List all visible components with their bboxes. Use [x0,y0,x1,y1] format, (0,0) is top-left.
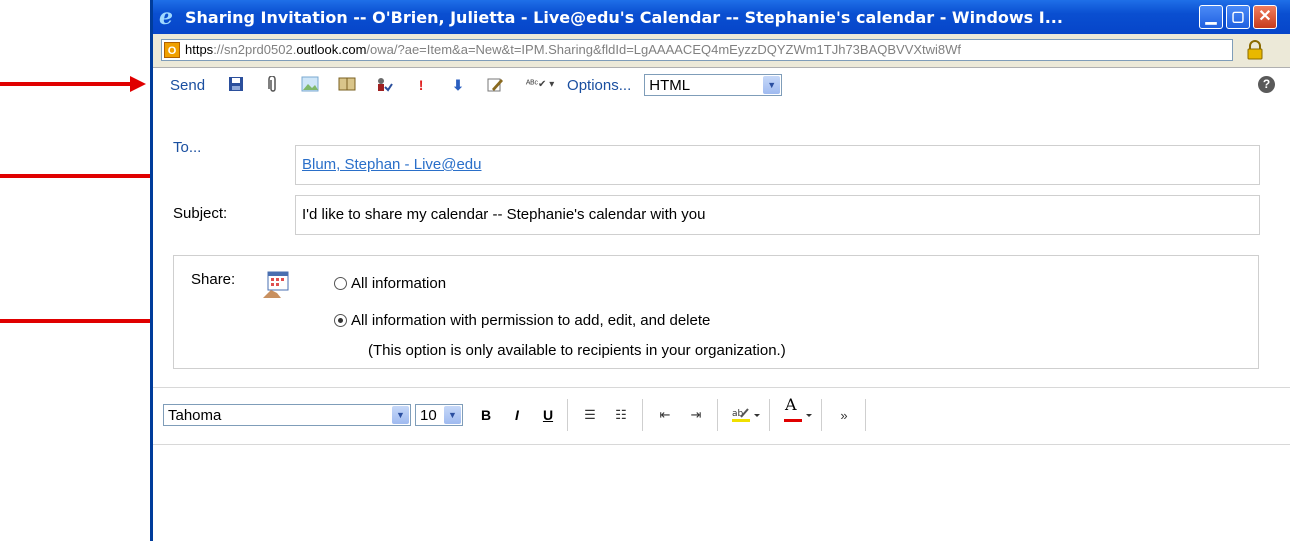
increase-indent-icon[interactable]: ⇥ [687,407,705,423]
bold-button[interactable]: B [477,407,495,423]
separator [865,399,866,431]
separator [717,399,718,431]
option-all-label: All information [351,275,447,292]
share-option-all[interactable]: All information [334,275,446,292]
address-book-icon[interactable] [338,76,356,94]
to-field[interactable]: Blum, Stephan - Live@edu [295,145,1260,185]
window-title: Sharing Invitation -- O'Brien, Julietta … [185,7,1063,27]
chevron-down-icon: ▼ [763,76,781,94]
to-button[interactable]: To... [173,139,201,156]
site-favicon-icon: O [164,42,180,58]
send-button[interactable]: Send [170,77,205,94]
close-button[interactable]: ✕ [1253,5,1277,29]
subject-label: Subject: [173,205,228,222]
url-domain: outlook.com [296,42,367,57]
message-format-value: HTML [649,76,691,94]
divider [153,387,1290,388]
subject-input[interactable]: I'd like to share my calendar -- Stephan… [295,195,1260,235]
italic-button[interactable]: I [508,407,526,423]
url-path: /owa/?ae=Item&a=New&t=IPM.Sharing&fldId=… [366,42,962,57]
help-icon[interactable]: ? [1258,76,1275,93]
minimize-button[interactable]: ▁ [1199,5,1223,29]
font-color-icon[interactable]: A [783,395,813,426]
share-options-panel: Share: All information All information w… [173,255,1259,369]
maximize-button[interactable]: ▢ [1226,5,1250,29]
font-size-value: 10 [420,406,437,424]
formatting-toolbar: Tahoma ▼ 10 ▼ B I U ☰ ☷ ⇤ ⇥ ab A » [153,392,1290,438]
font-size-select[interactable]: 10 ▼ [415,404,463,426]
chevron-down-icon: ▼ [392,406,409,424]
separator [769,399,770,431]
high-importance-icon[interactable]: ! [412,76,430,94]
lock-icon[interactable] [1245,40,1265,60]
options-button[interactable]: Options... [567,77,631,94]
more-options-icon[interactable]: » [835,408,853,423]
insert-image-icon[interactable] [301,76,319,94]
underline-button[interactable]: U [539,407,557,423]
attach-icon[interactable] [264,75,282,94]
url-host: ://sn2prd0502. [213,42,297,57]
message-format-select[interactable]: HTML ▼ [644,74,783,96]
separator [642,399,643,431]
recipient-link[interactable]: Blum, Stephan - Live@edu [302,156,482,173]
low-importance-icon[interactable]: ⬇ [449,76,467,94]
share-label: Share: [191,271,236,288]
font-family-select[interactable]: Tahoma ▼ [163,404,411,426]
separator [567,399,568,431]
check-names-icon[interactable] [375,76,393,94]
share-option-edit[interactable]: All information with permission to add, … [334,312,710,329]
option-edit-label: All information with permission to add, … [351,312,711,329]
font-color-letter: A [785,394,797,414]
highlight-icon[interactable]: ab [731,405,761,426]
chevron-down-icon: ▼ [444,406,461,424]
radio-all-information[interactable] [334,277,347,290]
address-bar: O https://sn2prd0502. outlook.com/owa/?ae… [153,34,1290,68]
share-calendar-icon [262,270,290,298]
spelling-icon[interactable]: ᴬᴮᶜ✔ ▾ [523,76,557,94]
annotation-arrow-toolbar [0,76,146,92]
browser-window: e Sharing Invitation -- O'Brien, Juliett… [150,0,1290,541]
font-family-value: Tahoma [168,406,222,424]
radio-edit-permission[interactable] [334,314,347,327]
save-icon[interactable] [227,76,245,94]
url-field[interactable]: O https://sn2prd0502. outlook.com/owa/?ae… [161,39,1233,61]
ie-logo-icon: e [159,4,173,30]
signature-icon[interactable] [486,76,504,94]
decrease-indent-icon[interactable]: ⇤ [656,407,674,423]
bullet-list-icon[interactable]: ☰ [581,407,599,423]
message-body[interactable] [153,445,1290,541]
message-toolbar: Send ! ⬇ ᴬᴮᶜ✔ ▾ Options... HTML ▼ ? [153,68,1290,102]
numbered-list-icon[interactable]: ☷ [612,407,630,423]
title-bar: e Sharing Invitation -- O'Brien, Juliett… [153,0,1290,34]
share-note: (This option is only available to recipi… [368,342,786,359]
url-scheme: https [185,42,214,57]
separator [821,399,822,431]
